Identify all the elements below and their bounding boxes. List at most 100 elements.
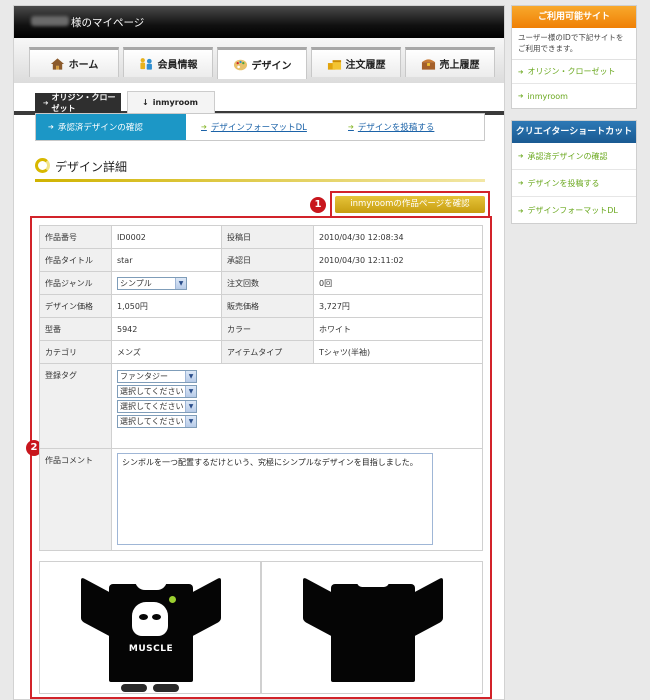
cell-label: 承認日 <box>221 248 314 272</box>
nav-tab-design[interactable]: デザイン <box>217 47 307 79</box>
cell-label: 販売価格 <box>221 294 314 318</box>
arrow-right-icon: ➔ <box>518 67 524 76</box>
tag-select-3[interactable]: 選択してください ▼ <box>117 400 197 413</box>
title-bar: 様のマイページ <box>14 6 504 38</box>
table-row: 作品番号 ID0002 投稿日 2010/04/30 12:08:34 <box>39 225 483 249</box>
tag-select-1[interactable]: ファンタジー ▼ <box>117 370 197 383</box>
section-underline <box>35 179 485 182</box>
cell-label: 作品ジャンル <box>39 271 112 295</box>
table-row: 作品コメント シンボルを一つ配置するだけという、究極にシンプルなデザインを目指し… <box>39 448 483 551</box>
color-value: ホワイト <box>313 317 483 341</box>
site-tab-prefix: ➔ <box>43 99 49 107</box>
model-number: 5942 <box>111 317 222 341</box>
select-value: シンプル <box>120 278 152 288</box>
comment-textarea[interactable]: シンボルを一つ配置するだけという、究極にシンプルなデザインを目指しました。 <box>117 453 433 545</box>
sidebar-item-label: inmyroom <box>527 91 568 101</box>
sidebar-item-inmyroom[interactable]: ➔ inmyroom <box>512 84 636 108</box>
design-price: 1,050円 <box>111 294 222 318</box>
subnav-label: デザインフォーマットDL <box>210 123 307 133</box>
chevron-down-icon: ▼ <box>185 416 196 427</box>
ring-icon <box>35 158 50 173</box>
arrow-right-icon: ➔ <box>48 123 54 131</box>
sidebar-item-origin-closet[interactable]: ➔ オリジン・クローゼット <box>512 60 636 84</box>
coins-icon <box>327 59 341 70</box>
select-value: 選択してください <box>120 387 184 396</box>
heart-print <box>169 596 176 603</box>
cell-label: アイテムタイプ <box>221 340 314 364</box>
section-header: デザイン詳細 <box>35 154 485 182</box>
chest-icon <box>421 58 435 70</box>
sidebar-item-label: オリジン・クローゼット <box>527 67 616 76</box>
tag-select-2[interactable]: 選択してください ▼ <box>117 385 197 398</box>
sidebar-item-label: デザインを投稿する <box>527 178 600 188</box>
nav-tab-home[interactable]: ホーム <box>29 47 119 77</box>
cell-label: 注文回数 <box>221 271 314 295</box>
sidebar-item-label: 承認済デザインの確認 <box>527 151 608 161</box>
available-sites-desc: ユーザー様のIDで下記サイトをご利用できます。 <box>512 28 636 60</box>
arrow-right-icon: ➔ <box>348 123 354 131</box>
view-inmyroom-page-button[interactable]: inmyroomの作品ページを確認 <box>335 196 485 213</box>
product-images: MUSCLE <box>39 561 483 694</box>
site-tab-label: inmyroom <box>152 98 198 107</box>
cta-highlight: inmyroomの作品ページを確認 <box>330 191 490 218</box>
subnav-post-design[interactable]: ➔ デザインを投稿する <box>348 114 434 140</box>
creator-shortcut-box: クリエイターショートカット ➔ 承認済デザインの確認 ➔ デザインを投稿する ➔… <box>511 120 637 224</box>
available-sites-box: ご利用可能サイト ユーザー様のIDで下記サイトをご利用できます。 ➔ オリジン・… <box>511 5 637 109</box>
tshirt-front-image: MUSCLE <box>81 574 221 692</box>
nav-tab-label: 売上履歴 <box>439 60 480 71</box>
cell-label: カラー <box>221 317 314 341</box>
arrow-right-icon: ➔ <box>518 206 524 215</box>
sidebar-item-post-design[interactable]: ➔ デザインを投稿する <box>512 170 636 197</box>
nav-tab-member[interactable]: 会員情報 <box>123 47 213 77</box>
main-panel: 様のマイページ ホーム 会員情報 デザイン 注文履歴 売上履歴 ➔ オリジン・ク… <box>13 5 505 700</box>
creator-shortcut-title: クリエイターショートカット <box>512 121 636 143</box>
chevron-down-icon: ▼ <box>185 401 196 412</box>
site-tab-label: オリジン・クローゼット <box>51 93 116 113</box>
callout-badge-1: 1 <box>310 197 326 213</box>
nav-tab-label: 会員情報 <box>157 60 198 71</box>
cell-label: 投稿日 <box>221 225 314 249</box>
approve-date: 2010/04/30 12:11:02 <box>313 248 483 272</box>
front-image: MUSCLE <box>39 561 261 694</box>
cell-label: 作品番号 <box>39 225 112 249</box>
item-type: Tシャツ(半袖) <box>313 340 483 364</box>
tag-select-4[interactable]: 選択してください ▼ <box>117 415 197 428</box>
table-row: 作品ジャンル シンプル ▼ 注文回数 0回 <box>39 271 483 295</box>
subnav-approved-designs[interactable]: ➔ 承認済デザインの確認 <box>36 114 186 140</box>
detail-highlight: 2 作品番号 ID0002 投稿日 2010/04/30 12:08:34 作品… <box>26 216 492 699</box>
order-count: 0回 <box>313 271 483 295</box>
sidebar-item-format-download[interactable]: ➔ デザインフォーマットDL <box>512 197 636 224</box>
main-nav: ホーム 会員情報 デザイン 注文履歴 売上履歴 <box>14 38 504 115</box>
chevron-down-icon: ▼ <box>185 371 196 382</box>
site-tab-prefix: ↓ <box>142 98 149 107</box>
section-title: デザイン詳細 <box>55 160 128 174</box>
tags-cell: ファンタジー ▼ 選択してください ▼ 選択してください ▼ 選択してください ▼ <box>111 363 483 449</box>
item-title: star <box>111 248 222 272</box>
nav-tab-orders[interactable]: 注文履歴 <box>311 47 401 77</box>
chevron-down-icon: ▼ <box>175 277 186 289</box>
table-row: デザイン価格 1,050円 販売価格 3,727円 <box>39 294 483 318</box>
page-title: 様のマイページ <box>71 17 145 29</box>
user-name-blurred <box>31 16 69 26</box>
arrow-right-icon: ➔ <box>518 179 524 187</box>
mask-print <box>132 602 168 636</box>
cell-label: 作品タイトル <box>39 248 112 272</box>
genre-select[interactable]: シンプル ▼ <box>117 276 187 290</box>
subnav-label: 承認済デザインの確認 <box>57 123 143 133</box>
sub-nav: ➔ 承認済デザインの確認 ➔ デザインフォーマットDL ➔ デザインを投稿する <box>35 113 485 141</box>
subnav-label: デザインを投稿する <box>357 123 435 133</box>
site-tab-origin-closet[interactable]: ➔ オリジン・クローゼット <box>35 93 121 113</box>
palette-icon <box>233 59 247 70</box>
table-row: 型番 5942 カラー ホワイト <box>39 317 483 341</box>
subnav-format-download[interactable]: ➔ デザインフォーマットDL <box>201 114 307 140</box>
select-value: 選択してください <box>120 417 184 426</box>
site-tab-inmyroom[interactable]: ↓ inmyroom <box>127 91 215 113</box>
nav-tab-label: デザイン <box>251 61 292 72</box>
sidebar-item-approved-designs[interactable]: ➔ 承認済デザインの確認 <box>512 143 636 170</box>
member-icon <box>139 57 152 70</box>
nav-tab-sales[interactable]: 売上履歴 <box>405 47 495 77</box>
arrow-right-icon: ➔ <box>518 152 524 160</box>
design-detail-table: 作品番号 ID0002 投稿日 2010/04/30 12:08:34 作品タイ… <box>39 225 483 551</box>
cell-label: カテゴリ <box>39 340 112 364</box>
shirt-print-text: MUSCLE <box>128 644 174 654</box>
